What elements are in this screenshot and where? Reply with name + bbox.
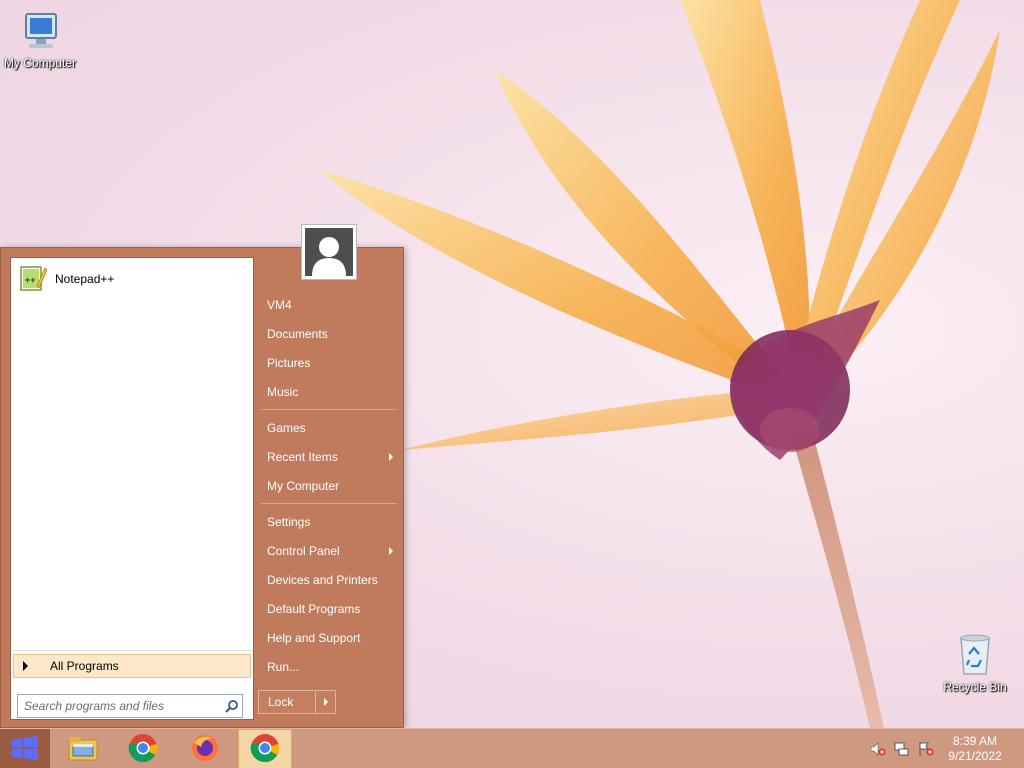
menu-item-label: Music	[267, 384, 299, 399]
menu-item-label: Games	[267, 420, 306, 435]
menu-item-label: Control Panel	[267, 543, 340, 558]
taskbar-clock[interactable]: 8:39 AM 9/21/2022	[942, 734, 1008, 764]
menu-item-label: Default Programs	[267, 601, 361, 616]
taskbar-chrome-active[interactable]	[238, 729, 292, 768]
desktop-icon-label: Recycle Bin	[943, 680, 1007, 694]
desktop-icon-label: My Computer	[3, 56, 77, 70]
speaker-muted-icon[interactable]	[870, 741, 886, 760]
submenu-arrow-icon	[389, 452, 393, 461]
lock-button[interactable]: Lock	[258, 690, 316, 714]
system-tray	[870, 741, 934, 760]
menu-item-devices-printers[interactable]: Devices and Printers	[259, 565, 399, 594]
menu-item-label: VM4	[267, 297, 292, 312]
menu-item-label: My Computer	[267, 478, 340, 493]
menu-item-label: Recent Items	[267, 449, 338, 464]
menu-item-music[interactable]: Music	[259, 377, 399, 406]
menu-divider	[261, 503, 397, 504]
menu-item-games[interactable]: Games	[259, 413, 399, 442]
start-menu-places-list: VM4 Documents Pictures Music Games Recen…	[259, 290, 399, 681]
submenu-arrow-icon	[389, 546, 393, 555]
desktop-icon-my-computer[interactable]: My Computer	[0, 10, 80, 70]
computer-icon	[16, 10, 64, 54]
menu-item-vm4[interactable]: VM4	[259, 290, 399, 319]
action-center-flag-icon[interactable]	[918, 741, 934, 760]
menu-item-label: Pictures	[267, 355, 311, 370]
menu-item-run[interactable]: Run...	[259, 652, 399, 681]
programs-divider	[11, 650, 253, 651]
taskbar-firefox[interactable]	[178, 729, 232, 768]
menu-item-label: Settings	[267, 514, 311, 529]
chrome-icon	[128, 733, 158, 766]
pinned-item-notepadpp[interactable]: ++ Notepad++	[15, 262, 249, 296]
clock-date: 9/21/2022	[948, 749, 1002, 763]
search-input[interactable]	[18, 696, 222, 716]
menu-item-label: Documents	[267, 326, 328, 341]
all-programs-button[interactable]: All Programs	[13, 654, 251, 678]
menu-item-default-programs[interactable]: Default Programs	[259, 594, 399, 623]
lock-label: Lock	[268, 695, 294, 709]
shutdown-options-button[interactable]	[316, 690, 336, 714]
firefox-icon	[190, 733, 220, 766]
taskbar-chrome[interactable]	[116, 729, 170, 768]
clock-time: 8:39 AM	[952, 734, 998, 748]
user-avatar-icon	[305, 228, 353, 276]
folder-icon	[67, 734, 99, 765]
notepadpp-icon: ++	[19, 264, 48, 295]
taskbar-file-explorer[interactable]	[56, 729, 110, 768]
menu-item-settings[interactable]: Settings	[259, 507, 399, 536]
menu-item-recent-items[interactable]: Recent Items	[259, 442, 399, 471]
taskbar: 8:39 AM 9/21/2022	[0, 728, 1024, 768]
network-icon[interactable]	[894, 741, 910, 760]
start-menu-programs-pane: ++ Notepad++ All Programs	[10, 257, 254, 720]
menu-item-label: Help and Support	[267, 630, 361, 645]
windows-logo-icon	[12, 735, 38, 763]
menu-item-help-support[interactable]: Help and Support	[259, 623, 399, 652]
menu-item-control-panel[interactable]: Control Panel	[259, 536, 399, 565]
menu-item-label: Devices and Printers	[267, 572, 378, 587]
menu-item-pictures[interactable]: Pictures	[259, 348, 399, 377]
chevron-right-icon	[323, 698, 328, 706]
search-box[interactable]	[17, 694, 243, 718]
recycle-bin-icon	[955, 630, 995, 678]
pinned-item-label: Notepad++	[55, 272, 115, 286]
menu-item-my-computer[interactable]: My Computer	[259, 471, 399, 500]
chrome-icon	[250, 733, 280, 766]
expand-arrow-icon	[23, 661, 28, 671]
menu-item-label: Run...	[267, 659, 300, 674]
menu-item-documents[interactable]: Documents	[259, 319, 399, 348]
svg-text:++: ++	[25, 275, 36, 285]
search-icon[interactable]	[222, 696, 242, 716]
user-picture[interactable]	[301, 224, 357, 280]
menu-divider	[261, 409, 397, 410]
desktop-icon-recycle-bin[interactable]: Recycle Bin	[935, 630, 1015, 694]
lock-button-group: Lock	[258, 690, 336, 714]
start-button[interactable]	[0, 729, 50, 768]
start-menu: ++ Notepad++ All Programs Search program…	[0, 224, 404, 728]
all-programs-label: All Programs	[50, 659, 119, 673]
